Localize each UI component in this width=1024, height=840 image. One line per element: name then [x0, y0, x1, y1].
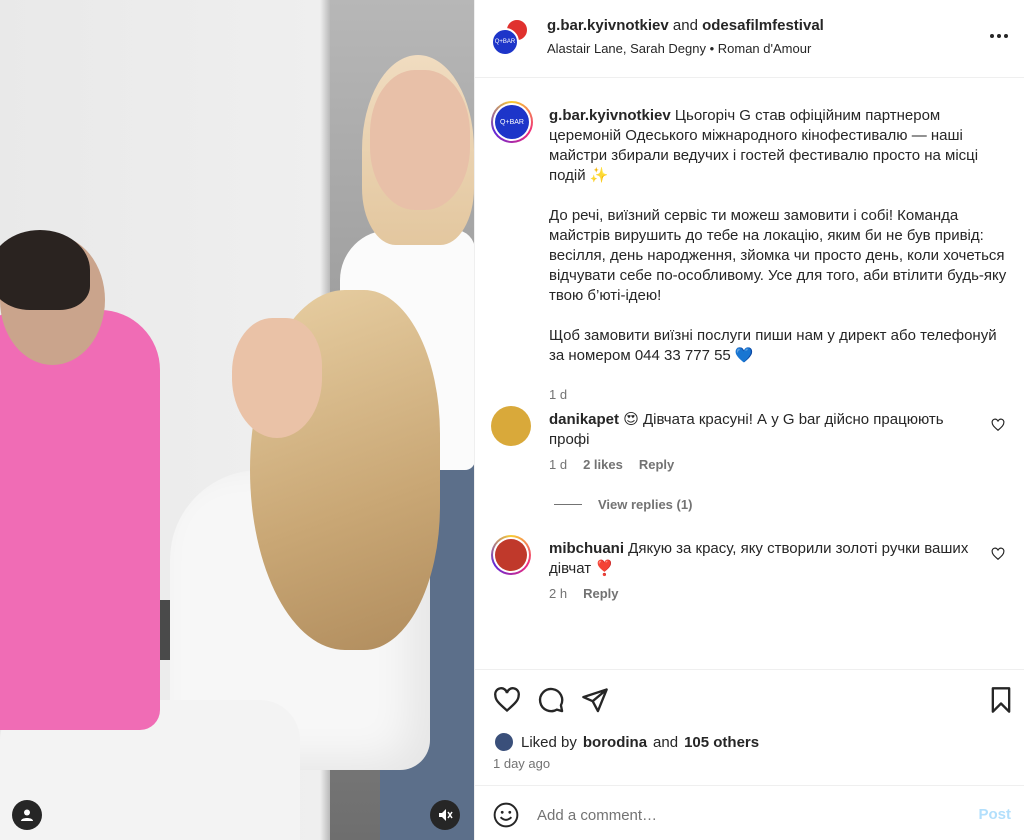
comment-composer: Post [475, 785, 1024, 840]
bookmark-icon[interactable] [987, 686, 1015, 714]
media-figure [370, 70, 470, 210]
caption-text: g.bar.kyivnotkiev Цьогоріч G став офіцій… [549, 106, 1011, 366]
post-header: Q+BAR g.bar.kyivnotkiev and odesafilmfes… [475, 0, 1024, 78]
caption-timestamp[interactable]: 1 d [549, 387, 567, 402]
avatar [493, 731, 515, 753]
view-replies-label: View replies (1) [598, 497, 693, 512]
avatar-label: Q+BAR [495, 105, 529, 139]
comment-meta: 2 h Reply [549, 586, 618, 601]
post-media-video[interactable] [0, 0, 474, 840]
reply-button[interactable]: Reply [639, 457, 674, 472]
media-figure [232, 318, 322, 438]
emoji-icon[interactable] [493, 802, 519, 828]
collab-names: g.bar.kyivnotkiev and odesafilmfestival [547, 17, 824, 34]
liker-username[interactable]: borodina [583, 734, 647, 751]
comment-timestamp[interactable]: 2 h [549, 586, 567, 601]
comment-icon[interactable] [537, 686, 565, 714]
reply-button[interactable]: Reply [583, 586, 618, 601]
avatar[interactable] [491, 406, 531, 446]
account-link[interactable]: g.bar.kyivnotkiev [547, 17, 669, 34]
mute-toggle-button[interactable] [430, 800, 460, 830]
action-bar: Liked by borodina and 105 others 1 day a… [475, 669, 1024, 784]
media-figure [0, 310, 160, 730]
heart-icon[interactable] [991, 547, 1005, 561]
comment-timestamp[interactable]: 1 d [549, 457, 567, 472]
view-replies-button[interactable]: View replies (1) [554, 497, 692, 512]
tagged-users-button[interactable] [12, 800, 42, 830]
post-button[interactable]: Post [978, 806, 1011, 823]
likes-prefix: Liked by [521, 733, 577, 751]
comment-text: danikapet 😍 Дівчата красуні! А у G bar д… [549, 410, 969, 450]
comment-likes[interactable]: 2 likes [583, 457, 623, 472]
comment-username[interactable]: danikapet [549, 411, 619, 428]
divider [554, 504, 582, 505]
avatar: Q+BAR [491, 28, 519, 56]
comment-input[interactable] [537, 801, 937, 829]
audio-attribution[interactable]: Alastair Lane, Sarah Degny • Roman d'Amo… [547, 41, 811, 56]
likes-summary[interactable]: Liked by borodina and 105 others [493, 731, 759, 753]
avatar[interactable] [491, 535, 531, 575]
muted-icon [439, 809, 453, 821]
post-date[interactable]: 1 day ago [493, 756, 550, 771]
more-icon [990, 34, 1008, 38]
user-icon [21, 809, 33, 821]
collab-avatars[interactable]: Q+BAR [491, 18, 531, 58]
likes-others[interactable]: 105 others [684, 734, 759, 751]
comments-section[interactable]: Q+BAR g.bar.kyivnotkiev Цьогоріч G став … [475, 79, 1024, 669]
heart-icon[interactable] [991, 418, 1005, 432]
heart-icon[interactable] [493, 686, 521, 714]
account-link[interactable]: odesafilmfestival [702, 17, 824, 34]
comment-text: mibchuani Дякую за красу, яку створили з… [549, 539, 969, 579]
caption-username[interactable]: g.bar.kyivnotkiev [549, 107, 671, 124]
avatar[interactable]: Q+BAR [491, 101, 533, 143]
likes-connector: and [653, 733, 679, 751]
media-figure [0, 230, 90, 310]
connector-text: and [672, 17, 698, 34]
comment-meta: 1 d 2 likes Reply [549, 457, 674, 472]
post-details-panel: Q+BAR g.bar.kyivnotkiev and odesafilmfes… [474, 0, 1024, 840]
share-icon[interactable] [581, 686, 609, 714]
caption-body: Цьогоріч G став офіційним партнером цере… [549, 107, 1007, 364]
comment-username[interactable]: mibchuani [549, 540, 624, 557]
more-options-button[interactable] [987, 24, 1011, 48]
